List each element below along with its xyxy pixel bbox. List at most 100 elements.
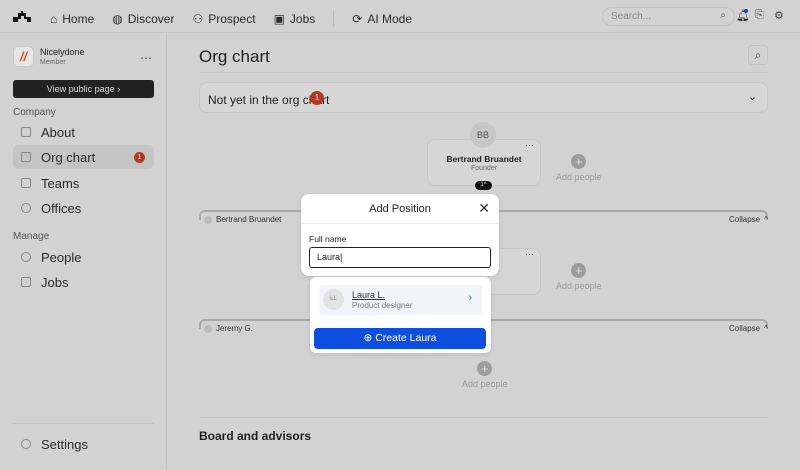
- nav-label: Prospect: [208, 12, 256, 26]
- avatar: BB: [470, 122, 496, 148]
- group-name: Bertrand Bruandet: [216, 215, 282, 224]
- home-icon: ⌂: [50, 12, 58, 26]
- sidebar-item-offices[interactable]: Offices: [13, 196, 154, 220]
- add-people-button[interactable]: + Add people: [462, 361, 508, 389]
- gear-icon: [21, 439, 31, 449]
- group-label: Bertrand Bruandet: [204, 215, 281, 224]
- more-icon[interactable]: ⋯: [525, 140, 534, 151]
- org-name: Nicelydone: [40, 47, 85, 57]
- search-icon: ⌕: [720, 10, 726, 21]
- badge: 1: [134, 152, 145, 163]
- search-icon: ⌕: [754, 48, 762, 62]
- add-people-button[interactable]: + Add people: [556, 263, 602, 291]
- search-placeholder: Search...: [611, 11, 652, 22]
- nav-discover[interactable]: ◍ Discover: [112, 12, 174, 26]
- add-people-button[interactable]: + Add people: [556, 154, 602, 182]
- create-label: Create Laura: [375, 332, 437, 344]
- users-icon: ⚇: [192, 12, 204, 26]
- org-chart-icon: [21, 152, 31, 162]
- people-icon: [21, 252, 31, 262]
- item-label: Jobs: [41, 274, 69, 290]
- sidebar-item-jobs[interactable]: Jobs: [13, 270, 154, 294]
- item-label: Settings: [41, 436, 88, 452]
- modal-title: Add Position: [369, 203, 431, 215]
- section-manage: Manage: [13, 231, 50, 242]
- divider: [301, 223, 499, 224]
- briefcase-icon: ▣: [273, 12, 285, 26]
- avatar: [204, 324, 212, 333]
- suggestion-dropdown: LL Laura L. Product designer › ⊕ Create …: [310, 277, 491, 353]
- item-label: People: [41, 249, 82, 265]
- input-value: Laura: [317, 252, 341, 262]
- children-toggle[interactable]: 1^: [475, 181, 492, 190]
- item-label: Offices: [41, 200, 82, 216]
- nav-ai-mode[interactable]: ⟳ AI Mode: [352, 12, 412, 26]
- sidebar-item-settings[interactable]: Settings: [13, 432, 154, 456]
- collapse-label: Collapse: [729, 215, 761, 224]
- suggestion-role: Product designer: [352, 301, 413, 310]
- section-company: Company: [13, 107, 56, 118]
- suggestion-name: Laura L.: [352, 290, 386, 300]
- building-icon: [21, 127, 31, 137]
- add-people-label: Add people: [556, 172, 602, 182]
- teams-icon: [21, 178, 31, 188]
- gear-icon[interactable]: ⚙: [774, 9, 784, 22]
- plus-icon: +: [477, 361, 493, 376]
- chevron-down-icon: ⌄: [747, 91, 757, 103]
- button-label: View public page: [46, 84, 115, 94]
- notification-dot: [744, 9, 748, 13]
- field-label: Full name: [309, 234, 347, 244]
- nav-jobs[interactable]: ▣ Jobs: [274, 12, 316, 26]
- divider: [13, 423, 154, 424]
- close-icon[interactable]: ✕: [478, 200, 490, 217]
- ai-icon: ⟳: [352, 12, 363, 26]
- globe-icon: ◍: [112, 12, 123, 26]
- briefcase-icon: [21, 277, 31, 287]
- divider: [333, 11, 335, 27]
- sidebar-item-org-chart[interactable]: Org chart 1: [13, 145, 154, 169]
- logo-icon[interactable]: [12, 10, 32, 23]
- plus-icon: +: [571, 263, 587, 278]
- nav-home[interactable]: ⌂ Home: [50, 12, 94, 26]
- nav-label: Discover: [127, 12, 175, 26]
- avatar: LL: [323, 289, 344, 310]
- search-button[interactable]: ⌕: [748, 45, 768, 65]
- chevron-up-icon: ^: [764, 324, 768, 333]
- page-title: Org chart: [199, 47, 270, 66]
- collapse-button[interactable]: Collapse ^: [729, 215, 768, 224]
- item-label: About: [41, 124, 75, 140]
- plus-icon: +: [571, 154, 587, 169]
- collapse-button[interactable]: Collapse ^: [729, 324, 768, 333]
- plus-circle-icon: ⊕: [363, 332, 373, 344]
- nav-prospect[interactable]: ⚇ Prospect: [192, 12, 255, 26]
- nav-label: Home: [62, 12, 95, 26]
- top-bar: ⌂ Home ◍ Discover ⚇ Prospect ▣ Jobs ⟳ AI Mode…: [0, 0, 800, 33]
- avatar: [204, 215, 212, 224]
- sidebar-item-about[interactable]: About: [13, 120, 154, 144]
- more-icon[interactable]: ⋯: [525, 249, 534, 260]
- sidebar-item-teams[interactable]: Teams: [13, 171, 154, 195]
- section-board: Board and advisors: [199, 429, 312, 443]
- add-people-label: Add people: [462, 379, 508, 389]
- divider: [199, 72, 768, 73]
- chevron-right-icon: ›: [468, 292, 472, 304]
- add-people-label: Add people: [556, 281, 602, 291]
- sidebar-item-people[interactable]: People: [13, 245, 154, 269]
- add-position-modal: Add Position ✕ Full name Laura|: [301, 194, 499, 276]
- person-role: Founder: [470, 165, 498, 172]
- item-label: Org chart: [41, 149, 96, 165]
- main-nav: ⌂ Home ◍ Discover ⚇ Prospect ▣ Jobs ⟳ AI Mode: [50, 11, 412, 27]
- more-icon[interactable]: ⋯: [140, 51, 152, 65]
- suggestion-item[interactable]: LL Laura L. Product designer ›: [319, 285, 482, 315]
- group-label: Jeremy G.: [204, 324, 253, 333]
- children-count: 1: [480, 182, 484, 188]
- search-input[interactable]: Search... ⌕: [602, 7, 735, 26]
- not-yet-accordion[interactable]: Not yet in the org chart 1 ⌄: [199, 82, 768, 113]
- messages-icon[interactable]: ⎘: [755, 9, 764, 22]
- org-logo: //: [13, 46, 34, 67]
- view-public-page-button[interactable]: View public page ›: [13, 80, 154, 98]
- create-button[interactable]: ⊕ Create Laura: [314, 328, 486, 349]
- org-role: Member: [40, 59, 66, 66]
- full-name-input[interactable]: Laura|: [309, 247, 491, 268]
- globe-icon: [21, 203, 31, 213]
